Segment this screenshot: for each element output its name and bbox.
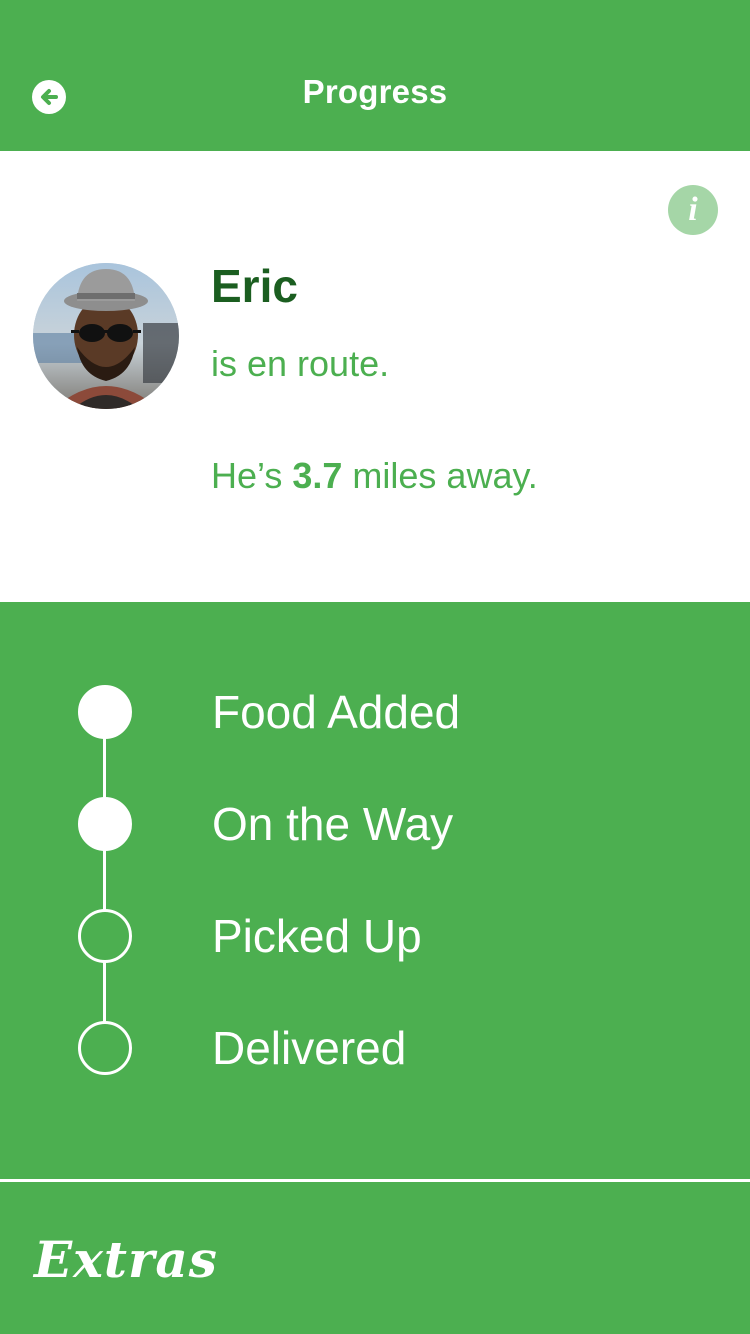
footer-bar: Extras <box>0 1182 750 1334</box>
app-header: Progress <box>0 0 750 151</box>
step-food-added-dot <box>78 685 132 739</box>
distance-prefix: He’s <box>211 455 293 496</box>
info-button[interactable]: i <box>668 185 718 235</box>
driver-avatar <box>33 263 179 409</box>
driver-card: i Eric is en route. He’s 3.7 miles away. <box>0 151 750 602</box>
extras-link[interactable]: Extras <box>34 1230 218 1289</box>
distance-value: 3.7 <box>292 455 343 496</box>
step-on-the-way-dot <box>78 797 132 851</box>
driver-name: Eric <box>211 260 298 312</box>
timeline-connector <box>103 712 106 1050</box>
info-icon: i <box>688 191 698 228</box>
step-food-added-label: Food Added <box>212 686 461 738</box>
driver-status: is en route. <box>211 343 390 384</box>
step-delivered-label: Delivered <box>212 1022 407 1074</box>
distance-suffix: miles away. <box>342 455 538 496</box>
step-on-the-way-label: On the Way <box>212 798 454 850</box>
progress-timeline: Food Added On the Way Picked Up Delivere… <box>0 602 750 1179</box>
page-title: Progress <box>302 73 448 110</box>
step-delivered-dot <box>78 1021 132 1075</box>
step-picked-up-label: Picked Up <box>212 910 422 962</box>
distance-text: He’s 3.7 miles away. <box>211 455 538 497</box>
step-picked-up-dot <box>78 909 132 963</box>
